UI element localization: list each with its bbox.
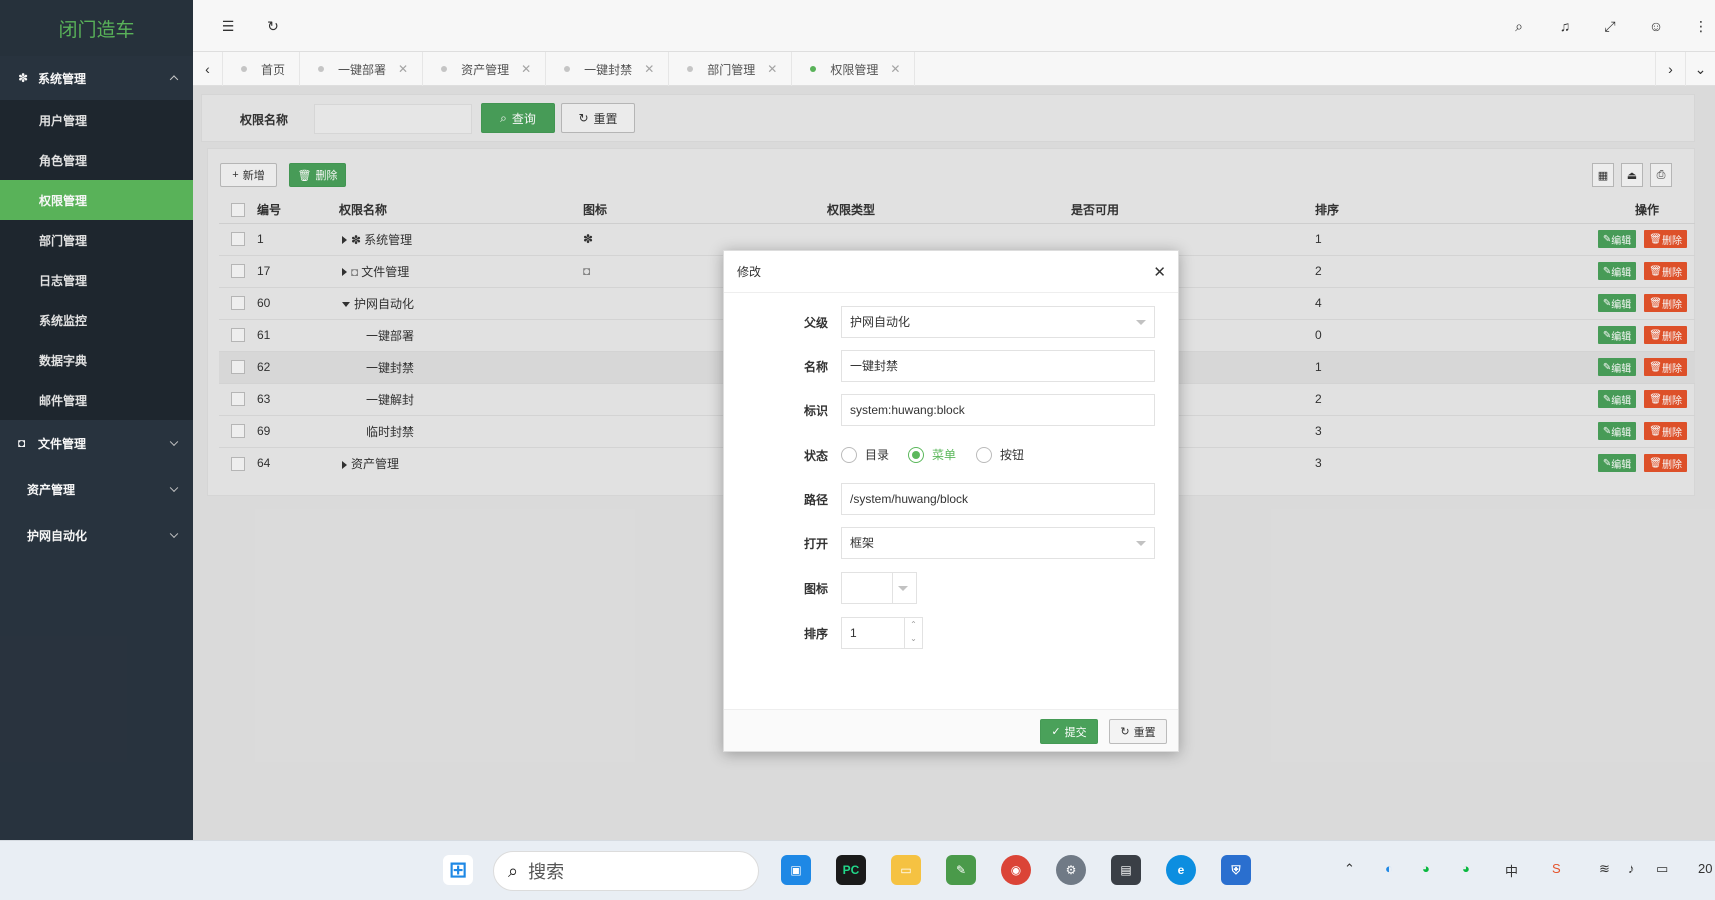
status-radio-button[interactable]: 按钮 (976, 446, 1024, 463)
dialog-reset-button[interactable]: ↻ 重置 (1109, 719, 1167, 744)
wechat-icon[interactable]: ◕ (1462, 861, 1470, 876)
sort-value: 1 (850, 626, 857, 640)
refresh-icon: ↻ (1120, 726, 1130, 738)
security-shield-icon[interactable]: ⛨ (1221, 855, 1251, 885)
status-radio-directory[interactable]: 目录 (841, 446, 889, 463)
name-input[interactable]: 一键封禁 (841, 350, 1155, 382)
parent-select[interactable]: 护网自动化 (841, 306, 1155, 338)
path-label: 路径 (804, 493, 829, 507)
chrome-icon[interactable]: ◉ (1001, 855, 1031, 885)
vmware-icon[interactable]: ▣ (781, 855, 811, 885)
close-icon[interactable]: ✕ (1153, 263, 1166, 281)
pycharm-icon[interactable]: PC (836, 855, 866, 885)
parent-value: 护网自动化 (850, 315, 911, 329)
taskbar-search-placeholder: 搜索 (528, 862, 565, 882)
tag-label: 标识 (804, 404, 829, 418)
parent-label: 父级 (804, 316, 829, 330)
tag-row: 标识 system:huwang:block (724, 394, 1178, 426)
taskbar-search[interactable]: ⌕ 搜索 (493, 851, 759, 891)
open-row: 打开 框架 (724, 527, 1178, 559)
submit-button[interactable]: ✓ 提交 (1040, 719, 1098, 744)
status-label: 状态 (804, 449, 829, 463)
ime-indicator[interactable]: 中 (1505, 861, 1518, 880)
sort-number-input[interactable]: 1 ⌃ ⌄ (841, 617, 923, 649)
icon-picker[interactable] (841, 572, 917, 604)
search-icon: ⌕ (508, 860, 519, 881)
terminal-icon[interactable]: ▤ (1111, 855, 1141, 885)
check-icon: ✓ (1051, 726, 1061, 738)
dropdown-arrow-icon (1136, 320, 1146, 325)
edit-permission-dialog: 修改 ✕ 父级 护网自动化 名称 一键封禁 标识 system:huwang:b… (723, 250, 1179, 752)
open-label: 打开 (804, 537, 829, 551)
path-row: 路径 /system/huwang/block (724, 483, 1178, 515)
dropdown-arrow-icon (898, 586, 908, 591)
tag-input[interactable]: system:huwang:block (841, 394, 1155, 426)
open-select[interactable]: 框架 (841, 527, 1155, 559)
windows-start-icon[interactable]: ⊞ (443, 855, 473, 885)
radio-circle (841, 446, 857, 463)
reset-label: 重置 (1133, 726, 1156, 739)
wechat-icon[interactable]: ◕ (1422, 861, 1430, 876)
input-method-icon[interactable]: S (1552, 861, 1561, 876)
sort-label: 排序 (804, 627, 829, 641)
radio-circle (908, 446, 924, 463)
file-explorer-icon[interactable]: ▭ (891, 855, 921, 885)
radio-label: 按钮 (1000, 448, 1025, 462)
stepper-arrows[interactable]: ⌃ ⌄ (904, 618, 922, 648)
name-row: 名称 一键封禁 (724, 350, 1178, 382)
sort-row: 排序 1 ⌃ ⌄ (724, 617, 1178, 649)
dropdown-arrow-icon (1136, 541, 1146, 546)
open-value: 框架 (850, 536, 875, 550)
dialog-footer: ✓ 提交 ↻ 重置 (724, 709, 1178, 751)
path-input[interactable]: /system/huwang/block (841, 483, 1155, 515)
volume-icon[interactable]: ♪ (1628, 861, 1635, 876)
status-row: 状态 目录 菜单 按钮 (724, 439, 1178, 471)
name-label: 名称 (804, 360, 829, 374)
battery-icon[interactable]: ▭ (1656, 861, 1668, 877)
wifi-icon[interactable]: ≋ (1599, 861, 1610, 877)
parent-row: 父级 护网自动化 (724, 306, 1178, 338)
status-radio-menu[interactable]: 菜单 (908, 446, 956, 463)
notepad-icon[interactable]: ✎ (946, 855, 976, 885)
os-taskbar: ⊞ ⌕ 搜索 ▣ PC ▭ ✎ ◉ ⚙ ▤ e ⛨ ⌃ ◐ ◕ ◕ 中 S ≋ … (0, 840, 1715, 900)
radio-label: 菜单 (932, 448, 957, 462)
icon-label: 图标 (804, 582, 829, 596)
radio-circle (976, 446, 992, 463)
icon-row: 图标 (724, 572, 1178, 604)
radio-label: 目录 (865, 448, 890, 462)
edge-icon[interactable]: e (1166, 855, 1196, 885)
dialog-title: 修改 (724, 251, 1178, 293)
clock: 20 (1698, 861, 1713, 876)
app-tray-icon[interactable]: ◐ (1385, 861, 1393, 876)
settings-gear-icon[interactable]: ⚙ (1056, 855, 1086, 885)
chevron-up-icon[interactable]: ⌃ (1344, 861, 1355, 877)
submit-label: 提交 (1064, 726, 1087, 739)
